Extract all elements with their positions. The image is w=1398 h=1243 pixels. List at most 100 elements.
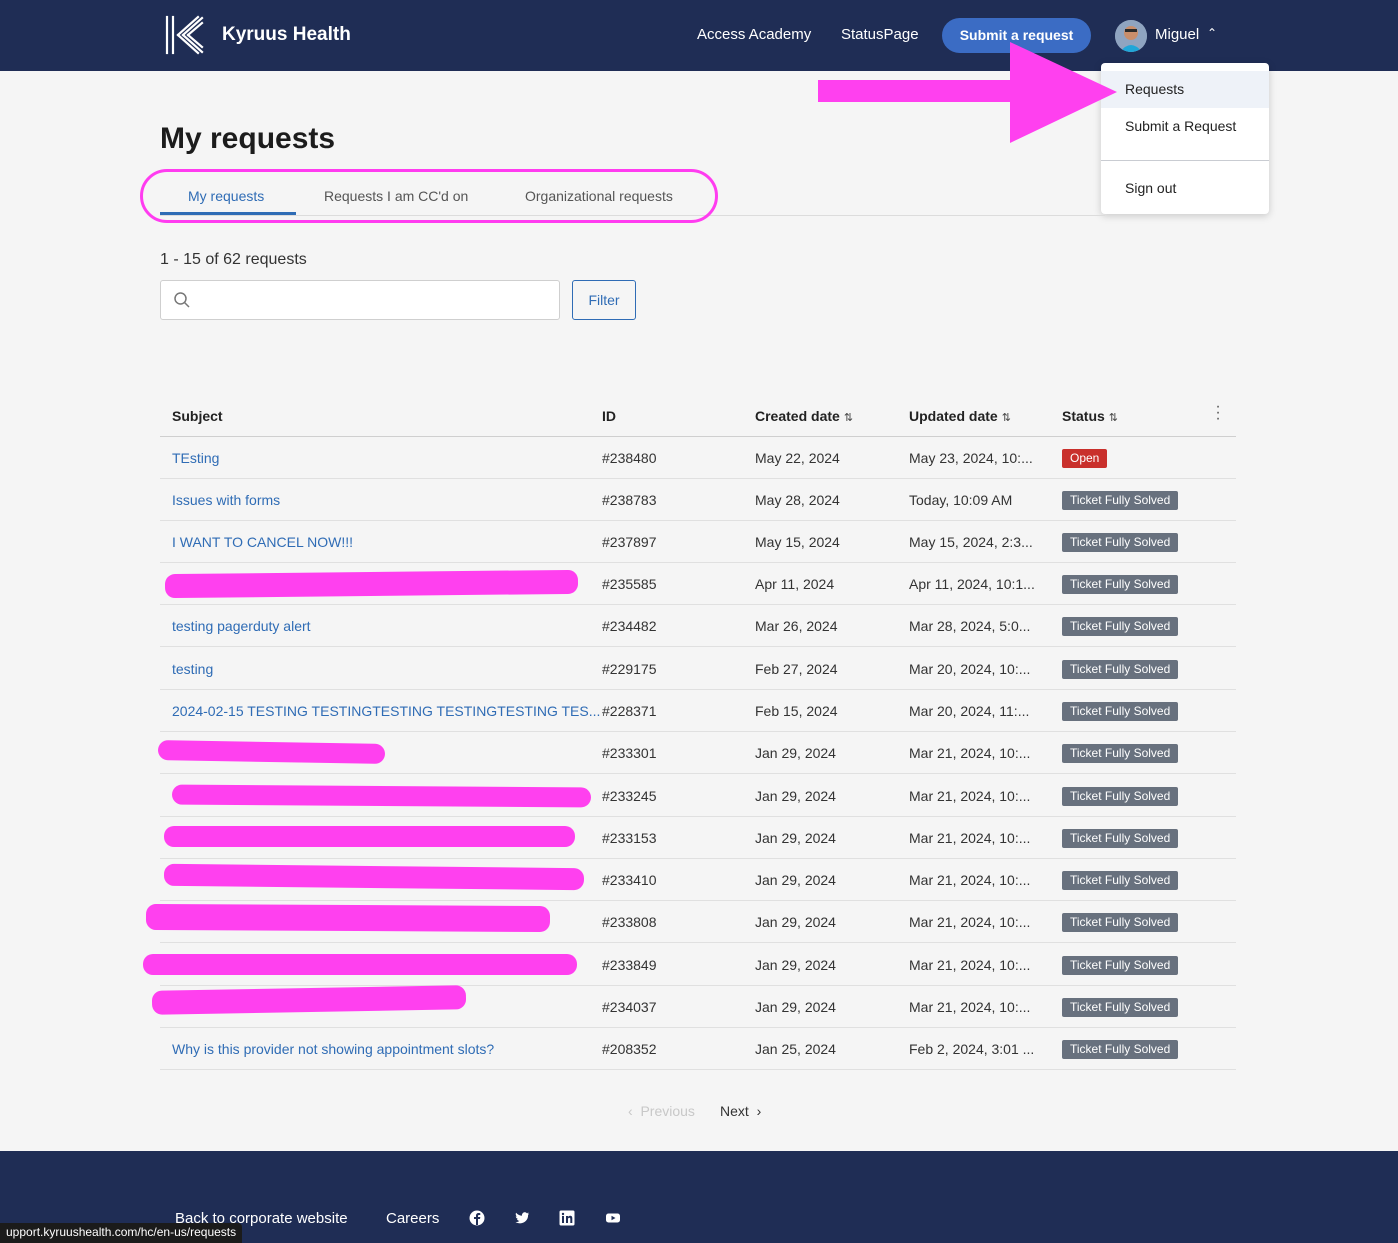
status-badge: Ticket Fully Solved [1062,575,1179,594]
status-badge: Ticket Fully Solved [1062,913,1179,932]
updated-date: Today, 10:09 AM [909,492,1013,508]
request-subject-link[interactable]: Issues with forms [172,492,280,508]
request-subject-link[interactable]: I WANT TO CANCEL NOW!!! [172,534,353,550]
chevron-up-icon[interactable]: ⌃ [1207,26,1217,40]
updated-date: May 15, 2024, 2:3... [909,534,1033,550]
chevron-right-icon: › [756,1103,762,1119]
status-badge: Ticket Fully Solved [1062,1040,1179,1059]
top-navigation-bar: Kyruus Health Access Academy StatusPage … [0,0,1398,71]
updated-date: Mar 21, 2024, 10:... [909,745,1031,761]
kyruus-logo-icon[interactable] [164,15,204,55]
updated-date: Mar 20, 2024, 10:... [909,661,1031,677]
redaction-scribble [163,863,585,891]
page-title: My requests [160,122,336,155]
menu-item-requests[interactable]: Requests [1101,71,1269,108]
request-subject-link[interactable]: Why is this provider not showing appoint… [172,1041,494,1057]
menu-item-sign-out[interactable]: Sign out [1101,170,1269,207]
status-badge: Ticket Fully Solved [1062,660,1179,679]
table-row: testing pagerduty alert #234482 Mar 26, … [160,605,1236,647]
column-header-id: ID [602,408,616,424]
status-badge: Ticket Fully Solved [1062,491,1179,510]
request-count: 1 - 15 of 62 requests [160,251,307,268]
chevron-left-icon: ‹ [628,1103,633,1119]
user-dropdown-menu: Requests Submit a Request Sign out [1101,63,1269,214]
linkedin-icon[interactable] [559,1210,575,1226]
created-date: Jan 29, 2024 [755,745,836,761]
column-header-status[interactable]: Status ⇅ [1062,408,1118,424]
status-badge: Ticket Fully Solved [1062,617,1179,636]
nav-access-academy[interactable]: Access Academy [697,26,811,43]
search-input[interactable] [160,280,560,320]
created-date: Jan 29, 2024 [755,788,836,804]
redaction-scribble [143,954,577,975]
redaction-scribble [164,826,575,847]
user-menu-toggle[interactable]: Miguel [1155,26,1199,43]
request-id: #233808 [602,914,657,930]
next-label: Next [720,1103,749,1119]
browser-status-url: upport.kyruushealth.com/hc/en-us/request… [0,1223,243,1243]
annotation-oval [140,169,718,223]
created-date: Jan 29, 2024 [755,872,836,888]
table-row: I WANT TO CANCEL NOW!!! #237897 May 15, … [160,521,1236,563]
search-icon [174,292,190,308]
created-date: Jan 29, 2024 [755,914,836,930]
updated-date: Mar 21, 2024, 10:... [909,788,1031,804]
updated-date: May 23, 2024, 10:... [909,450,1033,466]
created-date: May 28, 2024 [755,492,840,508]
updated-date: Mar 20, 2024, 11:... [909,703,1030,719]
column-header-created[interactable]: Created date ⇅ [755,408,853,424]
status-badge: Ticket Fully Solved [1062,998,1179,1017]
updated-label: Updated date [909,408,998,424]
request-id: #233410 [602,872,657,888]
status-badge: Ticket Fully Solved [1062,787,1179,806]
updated-date: Mar 21, 2024, 10:... [909,914,1031,930]
status-badge: Open [1062,449,1108,468]
status-badge: Ticket Fully Solved [1062,956,1179,975]
created-date: May 15, 2024 [755,534,840,550]
created-date: Feb 15, 2024 [755,703,838,719]
status-badge: Ticket Fully Solved [1062,829,1179,848]
updated-date: Feb 2, 2024, 3:01 ... [909,1041,1035,1057]
pagination-previous: ‹ Previous [628,1103,695,1119]
request-id: #237897 [602,534,657,550]
status-badge: Ticket Fully Solved [1062,871,1179,890]
created-date: Jan 29, 2024 [755,999,836,1015]
table-row: Issues with forms #238783 May 28, 2024 T… [160,479,1236,521]
column-header-updated[interactable]: Updated date ⇅ [909,408,1011,424]
request-id: #238480 [602,450,657,466]
status-badge: Ticket Fully Solved [1062,702,1179,721]
redaction-scribble [164,569,579,599]
request-subject-link[interactable]: testing [172,661,213,677]
request-id: #233849 [602,957,657,973]
status-badge: Ticket Fully Solved [1062,533,1179,552]
updated-date: Mar 28, 2024, 5:0... [909,618,1031,634]
updated-date: Apr 11, 2024, 10:1... [909,576,1035,592]
filter-button[interactable]: Filter [572,280,636,320]
table-row: Why is this provider not showing appoint… [160,1028,1236,1070]
status-label: Status [1062,408,1105,424]
request-id: #233153 [602,830,657,846]
request-subject-link[interactable]: 2024-02-15 TESTING TESTINGTESTING TESTIN… [172,703,600,719]
annotation-arrow-icon [818,42,1117,143]
menu-item-submit-request[interactable]: Submit a Request [1101,108,1269,145]
request-id: #228371 [602,703,657,719]
youtube-icon[interactable] [605,1210,621,1226]
table-row: 2024-02-15 TESTING TESTINGTESTING TESTIN… [160,690,1236,732]
column-options-icon[interactable]: · · · [1212,399,1224,427]
facebook-icon[interactable] [469,1210,485,1226]
footer-careers-link[interactable]: Careers [386,1210,439,1227]
twitter-icon[interactable] [514,1210,530,1226]
request-id: #208352 [602,1041,657,1057]
request-id: #233301 [602,745,657,761]
sort-icon: ⇅ [1108,412,1119,424]
sort-icon: ⇅ [843,412,854,424]
created-date: May 22, 2024 [755,450,840,466]
request-subject-link[interactable]: TEsting [172,450,219,466]
pagination-next[interactable]: Next › [720,1103,761,1119]
request-id: #238783 [602,492,657,508]
brand-name[interactable]: Kyruus Health [222,24,351,46]
updated-date: Mar 21, 2024, 10:... [909,999,1031,1015]
created-label: Created date [755,408,840,424]
status-badge: Ticket Fully Solved [1062,744,1179,763]
request-subject-link[interactable]: testing pagerduty alert [172,618,311,634]
